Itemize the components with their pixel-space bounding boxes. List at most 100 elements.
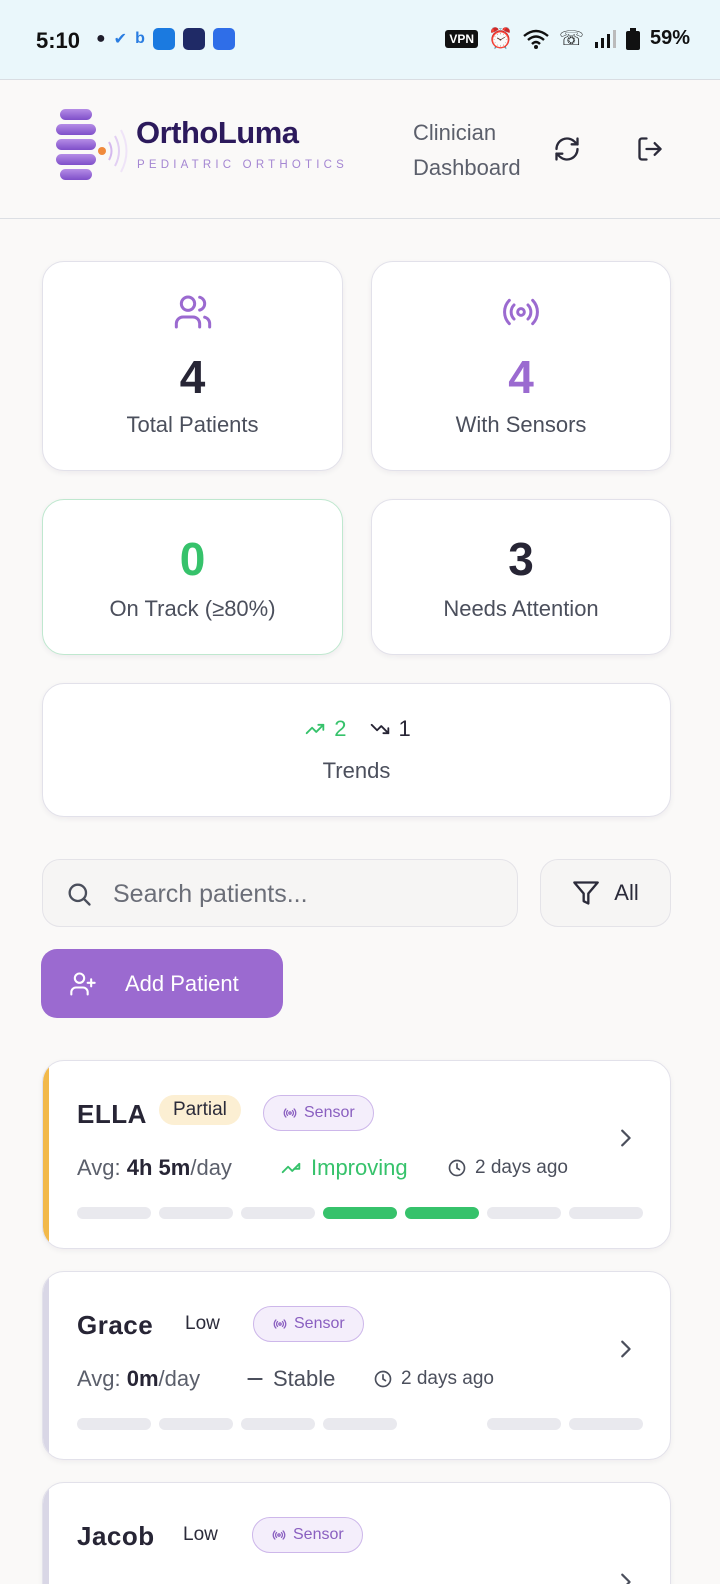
day-bar (405, 1418, 479, 1430)
app-tagline: PEDIATRIC ORTHOTICS (137, 159, 348, 171)
status-accent-bar (43, 1272, 49, 1459)
vpn-icon: VPN (445, 29, 479, 48)
refresh-icon (555, 137, 579, 161)
with-sensors-value: 4 (508, 351, 534, 403)
app-icon (152, 28, 175, 50)
stat-trends: 2 1 Trends (42, 683, 671, 817)
search-input[interactable] (113, 874, 503, 914)
status-accent-bar (43, 1061, 49, 1248)
clock-icon (448, 1159, 466, 1177)
weekly-wear-bars (77, 1207, 643, 1219)
trending-up-icon (281, 1162, 301, 1174)
on-track-label: On Track (≥80%) (109, 596, 276, 621)
stat-total-patients: 4 Total Patients (42, 261, 343, 471)
trends-up-count: 2 (334, 716, 347, 741)
app-icon (212, 28, 235, 50)
filter-button[interactable]: All (540, 859, 671, 927)
user-plus-icon (70, 971, 96, 996)
patient-card[interactable]: ELLA Partial Sensor Avg: 4h 5m/day Impro… (42, 1060, 671, 1249)
average-wear: Avg: 0m/day (77, 1366, 200, 1392)
patient-name: Jacob (77, 1521, 155, 1551)
status-time: 5:10 (36, 28, 81, 53)
trends-down-count: 1 (398, 716, 411, 741)
avg-value: 0m (126, 1366, 159, 1391)
search-box (42, 859, 518, 927)
refresh-button[interactable] (549, 131, 585, 167)
last-seen: 2 days ago (373, 1368, 494, 1390)
logout-icon (638, 137, 662, 161)
status-bar: 5:10 ● ✔ b VPN ⏰ ☏ 59% (0, 0, 720, 80)
avg-prefix: Avg: (77, 1366, 121, 1391)
day-bar (569, 1418, 643, 1430)
app-header: OrthoLuma PEDIATRIC ORTHOTICS Clinician … (0, 81, 720, 219)
needs-attention-value: 3 (508, 533, 534, 585)
sensor-label: Sensor (294, 1315, 345, 1332)
chevron-right-icon (621, 1129, 631, 1147)
sensor-badge: Sensor (252, 1517, 363, 1553)
signal-icon (594, 29, 616, 48)
battery-icon (625, 27, 640, 50)
add-patient-button[interactable]: Add Patient (41, 949, 283, 1018)
trending-down-icon (370, 723, 389, 735)
sensor-icon (503, 298, 539, 326)
add-patient-label: Add Patient (125, 970, 239, 996)
sensor-label: Sensor (304, 1104, 355, 1121)
app-name: OrthoLuma (136, 115, 299, 150)
logout-button[interactable] (632, 131, 668, 167)
avg-suffix: /day (190, 1155, 232, 1180)
trend-label: Improving (311, 1155, 408, 1180)
trends-label: Trends (322, 758, 391, 783)
app-icon (182, 28, 205, 50)
day-bar (77, 1207, 151, 1219)
day-bar (569, 1207, 643, 1219)
last-seen: 2 days ago (447, 1157, 568, 1179)
trend-status: Improving (279, 1155, 408, 1181)
sensor-icon (273, 1319, 287, 1329)
day-bar (323, 1207, 397, 1219)
trending-up-icon (306, 723, 325, 735)
search-icon (68, 883, 91, 906)
day-bar (487, 1207, 561, 1219)
day-bar (241, 1207, 315, 1219)
avg-prefix: Avg: (77, 1155, 121, 1180)
notification-icons: ● ✔ b (96, 28, 235, 50)
day-bar (487, 1418, 561, 1430)
filter-icon (573, 881, 600, 905)
trend-label: Stable (273, 1366, 336, 1391)
chevron-right-icon (621, 1573, 631, 1584)
trend-status: Stable (245, 1366, 335, 1392)
sensor-badge: Sensor (253, 1306, 364, 1342)
day-bar (323, 1418, 397, 1430)
stat-with-sensors: 4 With Sensors (371, 261, 671, 471)
ortholuma-logo-icon (56, 109, 128, 180)
patient-name: Grace (77, 1310, 154, 1340)
adherence-badge: Low (183, 1524, 218, 1545)
patient-card[interactable]: Grace Low Sensor Avg: 0m/day Stable 2 da… (42, 1271, 671, 1460)
battery-level: 59% (649, 27, 690, 49)
day-bar (159, 1207, 233, 1219)
stat-on-track: 0 On Track (≥80%) (42, 499, 343, 655)
patient-name: ELLA (77, 1099, 147, 1129)
check-icon: ✔ (113, 31, 128, 48)
adherence-badge: Partial (159, 1095, 241, 1125)
users-icon (174, 295, 211, 329)
last-seen-label: 2 days ago (475, 1157, 568, 1178)
alarm-icon: ⏰ (488, 28, 513, 50)
status-accent-bar (43, 1483, 49, 1584)
day-bar (241, 1418, 315, 1430)
chat-icon: ● (96, 30, 106, 47)
average-wear: Avg: 4h 5m/day (77, 1155, 232, 1181)
avg-value: 4h 5m (126, 1155, 191, 1180)
sensor-badge: Sensor (263, 1095, 374, 1131)
stat-needs-attention: 3 Needs Attention (371, 499, 671, 655)
last-seen-label: 2 days ago (401, 1368, 494, 1389)
total-patients-label: Total Patients (126, 412, 259, 437)
on-track-value: 0 (179, 533, 206, 585)
patient-card[interactable]: Jacob Low Sensor (42, 1482, 671, 1584)
avg-suffix: /day (158, 1366, 201, 1391)
call-icon: ☏ (558, 28, 584, 50)
bing-icon: b (135, 30, 145, 47)
minus-icon (247, 1378, 263, 1380)
sensor-label: Sensor (293, 1526, 344, 1543)
weekly-wear-bars (77, 1418, 643, 1430)
